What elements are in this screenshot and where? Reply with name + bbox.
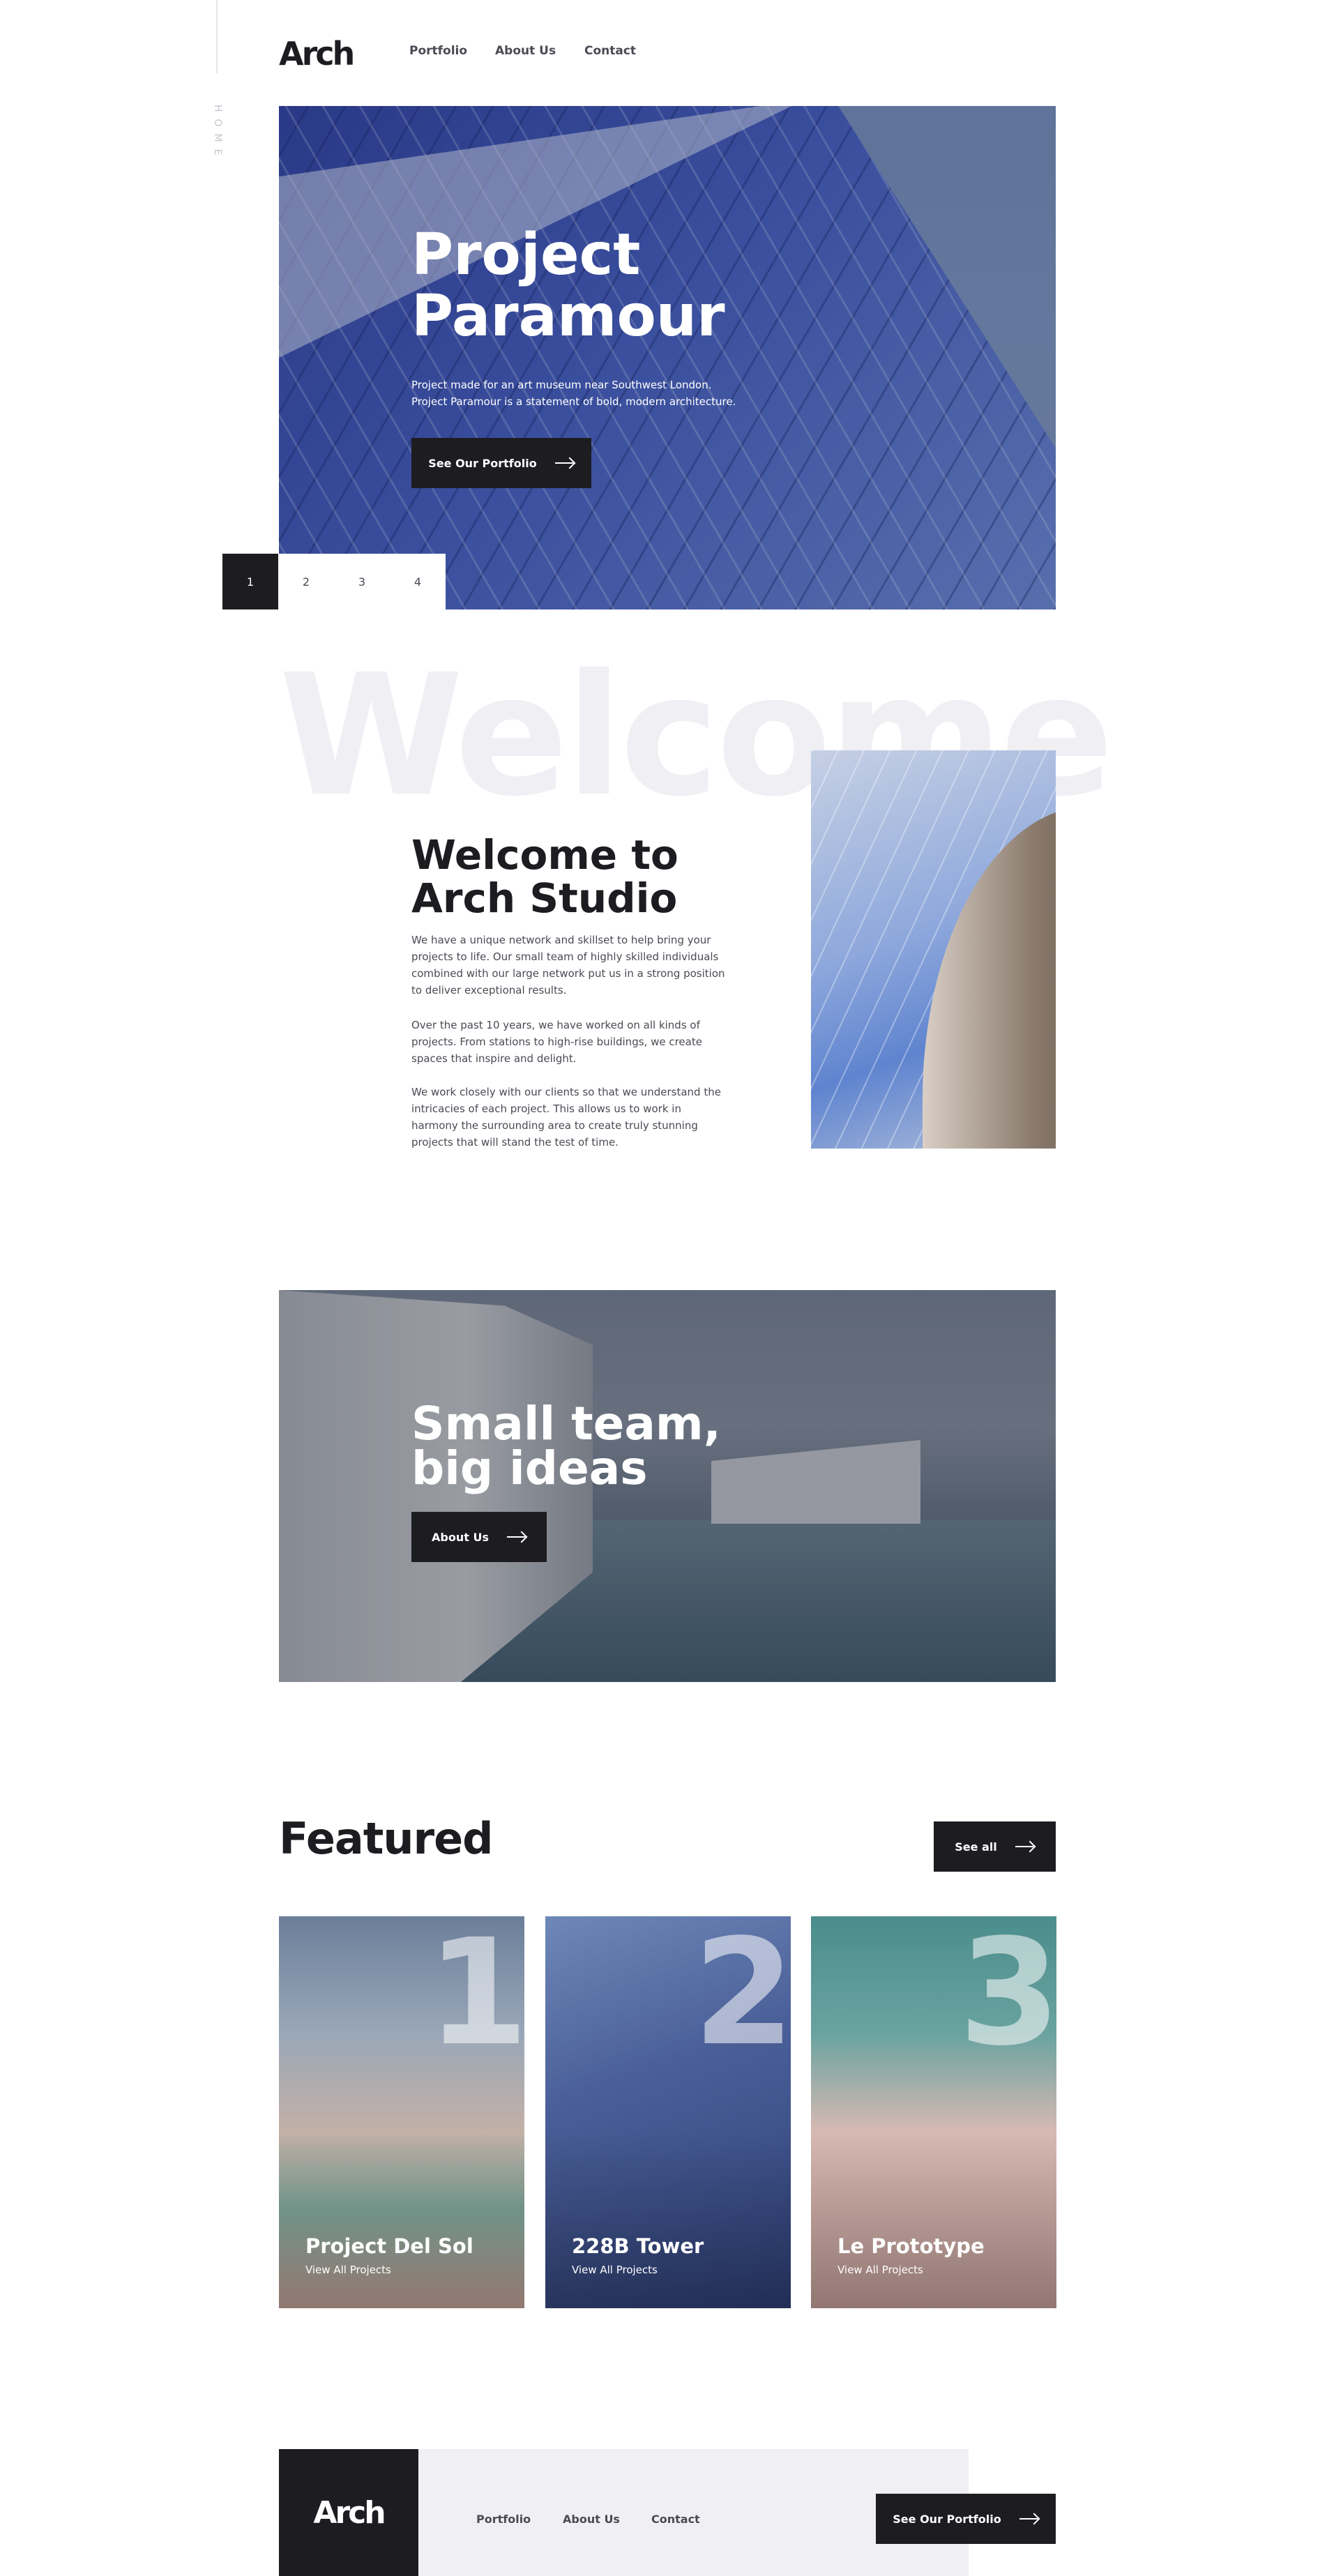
welcome-title: Welcome to Arch Studio [411, 833, 774, 920]
welcome-image [811, 750, 1056, 1149]
slide-1-button[interactable]: 1 [222, 554, 278, 609]
arrow-right-icon [554, 458, 575, 468]
welcome-paragraph-1: We have a unique network and skillset to… [411, 934, 725, 997]
card-title: Le Prototype [837, 2234, 985, 2258]
arrow-right-icon [506, 1532, 526, 1542]
card-title: Project Del Sol [305, 2234, 473, 2258]
slide-2-button[interactable]: 2 [278, 554, 334, 609]
card-link[interactable]: View All Projects [305, 2264, 391, 2276]
footer-portfolio-label: See Our Portfolio [893, 2512, 1001, 2526]
footer-nav-about-us[interactable]: About Us [563, 2513, 620, 2526]
team-title-line-2: big ideas [411, 1441, 648, 1495]
arrow-right-icon [1019, 2514, 1039, 2524]
card-link[interactable]: View All Projects [837, 2264, 923, 2276]
page-indicator-home: HOME [212, 105, 223, 162]
project-card-3[interactable]: 3 Le Prototype View All Projects [811, 1916, 1056, 2308]
card-link[interactable]: View All Projects [572, 2264, 658, 2276]
featured-title: Featured [279, 1813, 494, 1864]
hero-subtitle-line-1: Project made for an art museum near Sout… [411, 379, 712, 391]
nav-about-us[interactable]: About Us [495, 44, 556, 58]
hero-title-line-1: Project [411, 222, 641, 288]
slide-4-button[interactable]: 4 [390, 554, 446, 609]
footer-logo: Arch [313, 2494, 386, 2531]
footer-nav-contact[interactable]: Contact [651, 2513, 700, 2526]
header-divider-line [216, 0, 218, 73]
welcome-paragraph-2: Over the past 10 years, we have worked o… [411, 1019, 702, 1065]
welcome-paragraph-3: We work closely with our clients so that… [411, 1086, 721, 1149]
hero-image [279, 106, 1056, 609]
footer-portfolio-button[interactable]: See Our Portfolio [876, 2494, 1056, 2544]
project-card-1[interactable]: 1 Project Del Sol View All Projects [279, 1916, 524, 2308]
about-us-button[interactable]: About Us [411, 1512, 547, 1562]
see-all-label: See all [955, 1840, 997, 1854]
card-title: 228B Tower [572, 2234, 704, 2258]
team-title: Small team, big ideas [411, 1397, 760, 1495]
nav-portfolio[interactable]: Portfolio [409, 44, 467, 58]
logo[interactable]: Arch [279, 35, 355, 73]
slide-3-button[interactable]: 3 [334, 554, 390, 609]
slide-pager: 1 2 3 4 [222, 554, 446, 609]
project-card-2[interactable]: 2 228B Tower View All Projects [545, 1916, 791, 2308]
hero-title-line-2: Paramour [411, 283, 725, 349]
nav-contact[interactable]: Contact [584, 44, 636, 58]
welcome-title-line-1: Welcome to [411, 831, 678, 879]
hero-title: Project Paramour [411, 225, 802, 347]
see-portfolio-label: See Our Portfolio [428, 456, 537, 470]
hero-subtitle: Project made for an art museum near Sout… [411, 377, 774, 410]
arrow-right-icon [1015, 1842, 1035, 1851]
about-us-label: About Us [432, 1530, 489, 1544]
hero-overlay [279, 106, 1056, 609]
hero-subtitle-line-2: Project Paramour is a statement of bold,… [411, 395, 736, 408]
see-portfolio-button[interactable]: See Our Portfolio [411, 438, 591, 488]
see-all-button[interactable]: See all [934, 1821, 1056, 1872]
welcome-title-line-2: Arch Studio [411, 874, 678, 922]
footer-nav-portfolio[interactable]: Portfolio [476, 2513, 531, 2526]
footer-logo-box[interactable]: Arch [279, 2449, 418, 2576]
team-title-line-1: Small team, [411, 1397, 721, 1450]
